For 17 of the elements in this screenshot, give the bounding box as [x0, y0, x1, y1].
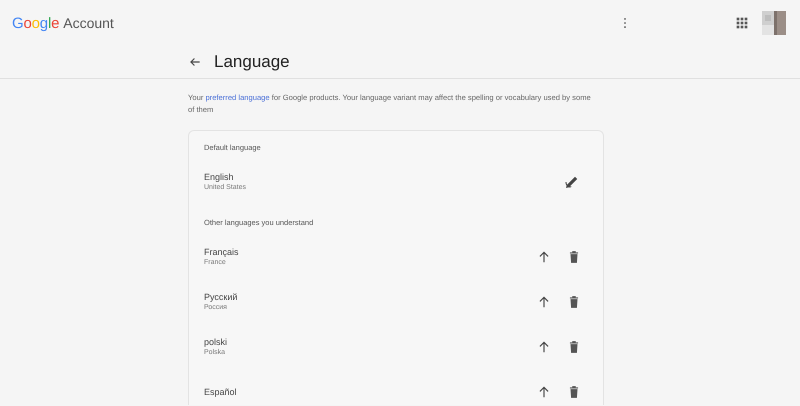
page-title: Language — [214, 52, 290, 72]
move-up-arrow-icon[interactable] — [537, 250, 551, 264]
language-name: Español — [204, 386, 237, 396]
move-up-arrow-icon[interactable] — [537, 294, 551, 308]
delete-trash-icon[interactable] — [567, 384, 581, 398]
language-name: polski — [204, 337, 228, 347]
move-up-arrow-icon[interactable] — [537, 384, 551, 398]
delete-trash-icon[interactable] — [567, 294, 581, 308]
delete-trash-icon[interactable] — [567, 340, 581, 354]
google-logo[interactable]: Google — [12, 14, 60, 32]
language-name: Русский — [204, 292, 238, 302]
language-name: English — [204, 172, 235, 182]
language-name: Français — [204, 247, 239, 257]
delete-trash-icon[interactable] — [567, 250, 581, 264]
move-up-arrow-icon[interactable] — [537, 340, 551, 354]
apps-icon[interactable] — [734, 15, 750, 31]
product-name: Account — [63, 14, 114, 30]
